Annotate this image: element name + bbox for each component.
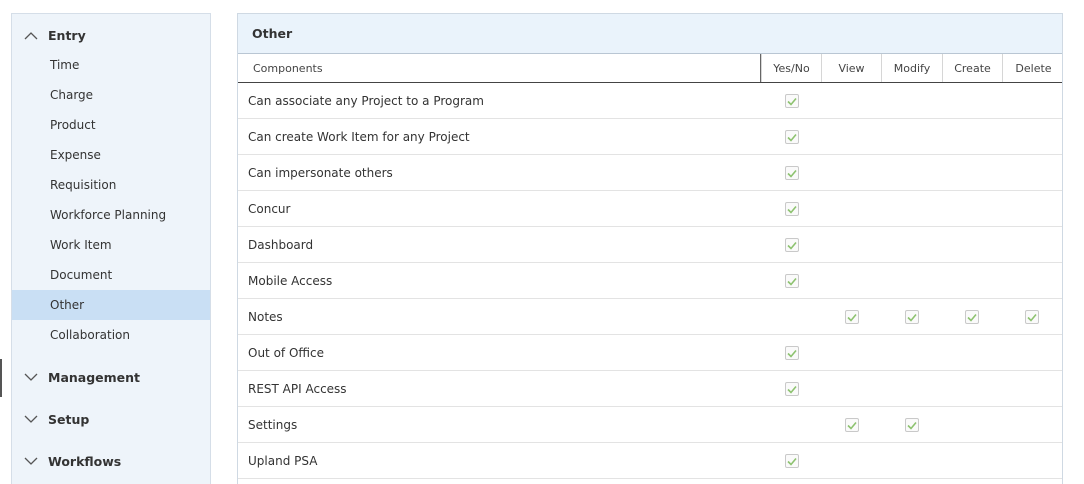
sidebar-item-label: Product [50,118,96,132]
sidebar-item-time[interactable]: Time [12,50,210,80]
sidebar-group-setup[interactable]: Setup [12,404,210,434]
checkmark-icon [787,241,797,250]
view-checkbox[interactable] [845,418,859,432]
table-row: Can associate any Project to a Program [238,83,1062,119]
checkmark-icon [787,133,797,142]
column-header-create[interactable]: Create [942,54,1002,82]
sidebar-item-collaboration[interactable]: Collaboration [12,320,210,350]
sidebar-group-label: Entry [48,27,86,43]
table-header: Components Yes/No View Modify Create Del… [238,54,1062,83]
sidebar-group-label: Workflows [48,453,122,469]
yes-no-checkbox[interactable] [785,94,799,108]
table-row: Out of Office [238,335,1062,371]
sidebar-item-charge[interactable]: Charge [12,80,210,110]
sidebar-item-label: Work Item [50,238,112,252]
delete-checkbox[interactable] [1025,310,1039,324]
chevron-up-icon [24,28,38,42]
chevron-down-icon [24,370,38,384]
yes-no-checkbox[interactable] [785,166,799,180]
component-name: Can impersonate others [248,166,393,180]
column-header-delete[interactable]: Delete [1002,54,1064,82]
column-header-modify[interactable]: Modify [881,54,942,82]
yes-no-checkbox[interactable] [785,382,799,396]
sidebar-item-label: Collaboration [50,328,130,342]
sidebar-group-entry[interactable]: Entry [12,20,210,50]
window-edge-marker [0,359,2,397]
checkmark-icon [787,277,797,286]
table-row: Dashboard [238,227,1062,263]
yes-no-checkbox[interactable] [785,346,799,360]
sidebar-item-work-item[interactable]: Work Item [12,230,210,260]
component-name: Out of Office [248,346,324,360]
sidebar-item-workforce-planning[interactable]: Workforce Planning [12,200,210,230]
component-name: Upland PSA [248,454,318,468]
panel-title: Other [238,14,1062,54]
view-checkbox[interactable] [845,310,859,324]
table-row: Can impersonate others [238,155,1062,191]
table-row: Upland PSA [238,443,1062,479]
chevron-down-icon [24,454,38,468]
sidebar-item-requisition[interactable]: Requisition [12,170,210,200]
checkmark-icon [847,421,857,430]
checkmark-icon [787,205,797,214]
permissions-panel: Other Components Yes/No View Modify Crea… [237,13,1063,484]
sidebar-item-label: Workforce Planning [50,208,167,222]
checkmark-icon [787,97,797,106]
sidebar-group-label: Management [48,369,141,385]
sidebar-item-label: Charge [50,88,94,102]
component-name: Mobile Access [248,274,333,288]
sidebar-item-label: Other [50,298,85,312]
checkmark-icon [907,313,917,322]
sidebar-group-management[interactable]: Management [12,362,210,392]
yes-no-checkbox[interactable] [785,130,799,144]
modify-checkbox[interactable] [905,418,919,432]
sidebar-item-label: Time [50,58,80,72]
column-header-components[interactable]: Components [238,54,760,82]
sidebar-item-expense[interactable]: Expense [12,140,210,170]
table-row: Can create Work Item for any Project [238,119,1062,155]
sidebar-group-label: Setup [48,411,90,427]
checkmark-icon [847,313,857,322]
component-name: Concur [248,202,291,216]
sidebar-item-other[interactable]: Other [12,290,210,320]
table-row: Mobile Access [238,263,1062,299]
checkmark-icon [967,313,977,322]
sidebar-item-product[interactable]: Product [12,110,210,140]
component-name: Settings [248,418,298,432]
modify-checkbox[interactable] [905,310,919,324]
checkmark-icon [787,457,797,466]
sidebar: Entry Time Charge Product Expense Requis… [11,13,211,484]
column-header-view[interactable]: View [821,54,881,82]
checkmark-icon [1027,313,1037,322]
yes-no-checkbox[interactable] [785,454,799,468]
table-row: Settings [238,407,1062,443]
column-header-yes-no[interactable]: Yes/No [761,54,821,82]
sidebar-item-document[interactable]: Document [12,260,210,290]
sidebar-item-label: Document [50,268,113,282]
sidebar-item-label: Expense [50,148,101,162]
chevron-down-icon [24,412,38,426]
component-name: Can associate any Project to a Program [248,94,484,108]
table-row: Notes [238,299,1062,335]
yes-no-checkbox[interactable] [785,274,799,288]
component-name: REST API Access [248,382,347,396]
component-name: Can create Work Item for any Project [248,130,470,144]
table-row: REST API Access [238,371,1062,407]
sidebar-group-workflows[interactable]: Workflows [12,446,210,476]
checkmark-icon [907,421,917,430]
sidebar-item-label: Requisition [50,178,117,192]
component-name: Dashboard [248,238,314,252]
create-checkbox[interactable] [965,310,979,324]
yes-no-checkbox[interactable] [785,202,799,216]
component-name: Notes [248,310,283,324]
checkmark-icon [787,385,797,394]
checkmark-icon [787,169,797,178]
checkmark-icon [787,349,797,358]
permissions-table-body: Can associate any Project to a Program Ca… [238,83,1062,479]
table-row: Concur [238,191,1062,227]
yes-no-checkbox[interactable] [785,238,799,252]
